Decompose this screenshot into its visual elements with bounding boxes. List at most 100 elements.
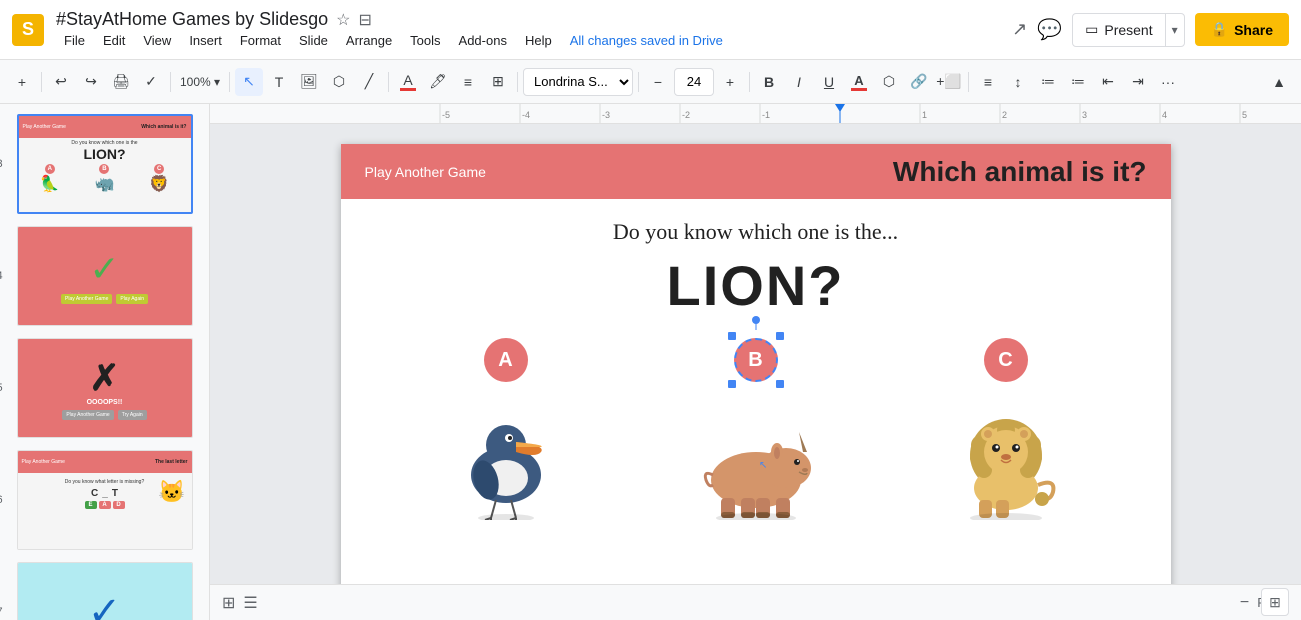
number-list-button[interactable]: ≔ [1064,68,1092,96]
fill-color[interactable]: A [394,68,422,96]
present-text: Present [1104,22,1152,38]
toucan-figure [441,390,571,533]
star-icon[interactable]: ☆ [336,10,350,30]
label-c[interactable]: C [984,338,1028,382]
slide-body: Do you know which one is the... LION? A [341,199,1171,553]
line-tool[interactable]: ╱ [355,68,383,96]
align-button[interactable]: ≡ [974,68,1002,96]
slide-canvas: Play Another Game Which animal is it? Do… [341,144,1171,584]
ruler: -5 -4 -3 -2 -1 1 2 3 4 5 [210,104,1301,124]
line-spacing-button[interactable]: ↕ [1004,68,1032,96]
slide-thumb-6[interactable]: 6 Play Another Game The last letter Do y… [15,448,195,552]
menu-view[interactable]: View [135,31,179,50]
font-size-increase[interactable]: + [716,68,744,96]
play-another-text: Play Another Game [365,164,486,180]
present-icon: ▭ [1085,21,1098,38]
undo-button[interactable]: ↩ [47,68,75,96]
menu-help[interactable]: Help [517,31,560,50]
menu-file[interactable]: File [56,31,93,50]
svg-text:-3: -3 [602,110,610,120]
underline-button[interactable]: U [815,68,843,96]
animals-row: A [381,338,1131,533]
share-button[interactable]: 🔒 Share [1195,13,1289,46]
canvas-wrapper[interactable]: Play Another Game Which animal is it? Do… [210,124,1301,584]
slide-thumb-7[interactable]: 7 ✓ [15,560,195,620]
slide-thumb-3[interactable]: 3 Play Another Game Which animal is it? … [15,112,195,216]
save-status: All changes saved in Drive [570,33,723,48]
text-color-button[interactable]: A [845,68,873,96]
paint-tool[interactable]: 🖊 [424,68,452,96]
link-button[interactable]: 🔗 [905,68,933,96]
label-b[interactable]: B [734,338,778,382]
divider4 [388,72,389,92]
redo-button[interactable]: ↪ [77,68,105,96]
animal-section-a: A [441,338,571,533]
menu-format[interactable]: Format [232,31,289,50]
svg-text:1: 1 [922,110,927,120]
collapse-button[interactable]: ▲ [1265,68,1293,96]
b-label-container: B [734,338,778,382]
indent-right-button[interactable]: ⇥ [1124,68,1152,96]
label-a[interactable]: A [484,338,528,382]
animal-section-c: C [941,338,1071,533]
which-animal-text: Which animal is it? [893,156,1147,188]
menu-tools[interactable]: Tools [402,31,448,50]
present-button-container: ▭ Present ▾ [1072,13,1185,47]
font-size-decrease[interactable]: − [644,68,672,96]
svg-text:-4: -4 [522,110,530,120]
print-button[interactable]: 🖨 [107,68,135,96]
indent-left-button[interactable]: ⇤ [1094,68,1122,96]
insert-button[interactable]: + [8,68,36,96]
toucan-svg [441,390,571,520]
svg-text:4: 4 [1162,110,1167,120]
main-area: 3 Play Another Game Which animal is it? … [0,104,1301,620]
zoom-button[interactable]: 100% ▾ [176,68,224,96]
menu-edit[interactable]: Edit [95,31,133,50]
shape-tool[interactable]: ⬡ [325,68,353,96]
bottom-bar: ⊞ ☰ − Fit + ⊞ [210,584,1301,620]
slide-thumb-5[interactable]: 5 ✗ OOOOPS!! Play Another Game Try Again [15,336,195,440]
bullet-list-button[interactable]: ≔ [1034,68,1062,96]
more-options-button[interactable]: ··· [1154,68,1182,96]
slides-panel: 3 Play Another Game Which animal is it? … [0,104,210,620]
divider6 [638,72,639,92]
zoom-out-btn[interactable]: − [1240,594,1249,612]
italic-button[interactable]: I [785,68,813,96]
highlight-button[interactable]: ⬡ [875,68,903,96]
present-label[interactable]: ▭ Present [1073,21,1164,38]
menu-arrange[interactable]: Arrange [338,31,400,50]
align-tool[interactable]: ≡ [454,68,482,96]
font-size-input[interactable] [674,68,714,96]
list-view-btn[interactable]: ☰ [243,593,257,613]
svg-text:-5: -5 [442,110,450,120]
menu-slide[interactable]: Slide [291,31,336,50]
slide-controls: ⊞ ☰ [222,593,258,613]
slide-num-3: 3 [0,158,3,170]
menu-addons[interactable]: Add-ons [451,31,515,50]
text-tool[interactable]: T [265,68,293,96]
slide-img-5: ✗ OOOOPS!! Play Another Game Try Again [17,338,193,438]
font-selector[interactable]: Londrina S... [523,68,633,96]
folder-icon[interactable]: ⊟ [358,10,371,30]
slide-num-5: 5 [0,382,3,394]
ruler-svg: -5 -4 -3 -2 -1 1 2 3 4 5 [210,104,1301,124]
lock-icon: 🔒 [1211,21,1228,38]
image-tool[interactable]: 🖼 [295,68,323,96]
divider2 [170,72,171,92]
question-text: Do you know which one is the... [381,219,1131,245]
slide-num-7: 7 [0,606,3,618]
bold-button[interactable]: B [755,68,783,96]
add-comment-button[interactable]: +⬜ [935,68,963,96]
title-area: #StayAtHome Games by Slidesgo ☆ ⊟ File E… [56,9,723,50]
present-chevron[interactable]: ▾ [1165,14,1184,46]
rhino-svg: ↖ [691,390,821,520]
menu-insert[interactable]: Insert [181,31,230,50]
divider7 [749,72,750,92]
slide-thumb-4[interactable]: 4 ✓ Play Another Game Play Again [15,224,195,328]
cursor-tool[interactable]: ↖ [235,68,263,96]
grid-view-btn[interactable]: ⊞ [222,593,235,613]
comments-button[interactable]: 💬 [1037,17,1062,42]
expand-btn[interactable]: ⊞ [1261,588,1289,616]
spellcheck-button[interactable]: ✓ [137,68,165,96]
table-tool[interactable]: ⊞ [484,68,512,96]
